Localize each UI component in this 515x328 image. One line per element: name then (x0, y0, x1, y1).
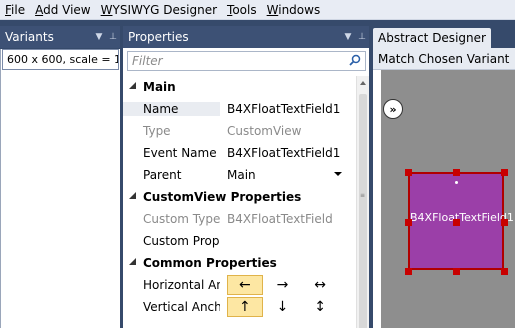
designer-toolbar: Match Chosen Variant (373, 48, 515, 70)
expand-icon[interactable]: » (383, 99, 403, 119)
resize-handle-top[interactable] (453, 169, 460, 176)
anchor-both-horizontal-button[interactable]: ↔ (302, 275, 338, 295)
panel-dropdown-icon[interactable]: ▼ (92, 32, 106, 42)
chevron-down-icon[interactable] (334, 172, 342, 176)
variants-panel-title: Variants (5, 30, 54, 44)
horizontal-anchor-group: ← → ↔ (220, 275, 340, 295)
property-row-horizontal-anchor[interactable]: Horizontal Anc... ← → ↔ (123, 274, 356, 296)
match-chosen-variant-button[interactable]: Match Chosen Variant (378, 52, 509, 66)
variants-panel: Variants ▼ ⊥ 600 x 600, scale = 1 ( (0, 26, 120, 328)
menu-wysiwyg-designer[interactable]: WYSIWYG Designer (96, 0, 222, 20)
anchor-both-vertical-button[interactable]: ↕ (302, 297, 338, 317)
canvas-left-strip (373, 70, 381, 328)
variant-item[interactable]: 600 x 600, scale = 1 ( (2, 49, 119, 70)
properties-panel-title: Properties (128, 30, 189, 44)
anchor-right-button[interactable]: → (265, 275, 301, 295)
property-row-custom-properties[interactable]: Custom Proper... (123, 230, 356, 252)
tab-abstract-designer[interactable]: Abstract Designer (373, 28, 491, 48)
panel-dropdown-icon[interactable]: ▼ (341, 32, 355, 42)
resize-handle-bottom-right[interactable] (501, 268, 508, 275)
variants-list: 600 x 600, scale = 1 ( (0, 49, 120, 328)
scroll-thumb[interactable] (359, 94, 367, 328)
properties-body: Filter Main Name B4XFloatTextField1 Type… (123, 48, 369, 328)
menu-file[interactable]: File (0, 0, 30, 20)
properties-scrollbar[interactable]: ≡ (356, 76, 369, 328)
property-row-type[interactable]: Type CustomView (123, 120, 356, 142)
properties-panel: Properties ▼ ⊥ Filter Main Name B4XFloat… (123, 26, 369, 328)
resize-handle-center[interactable] (453, 219, 460, 226)
anchor-top-button[interactable]: ↑ (227, 297, 263, 317)
menu-bar: File Add View WYSIWYG Designer Tools Win… (0, 0, 515, 20)
designer-tab-strip: Abstract Designer (373, 26, 515, 48)
section-main[interactable]: Main (123, 76, 356, 98)
menu-windows[interactable]: Windows (262, 0, 326, 20)
collapse-triangle-icon[interactable] (129, 258, 136, 265)
property-grid: Main Name B4XFloatTextField1 Type Custom… (123, 76, 356, 328)
panel-pin-icon[interactable]: ⊥ (355, 32, 369, 42)
filter-placeholder: Filter (132, 54, 163, 68)
search-icon[interactable] (349, 54, 365, 69)
property-row-name[interactable]: Name B4XFloatTextField1 (123, 98, 356, 120)
scroll-grip-icon: ≡ (360, 192, 366, 199)
section-common-properties[interactable]: Common Properties (123, 252, 356, 274)
filter-input[interactable]: Filter (127, 51, 366, 71)
menu-tools[interactable]: Tools (222, 0, 262, 20)
variants-panel-header: Variants ▼ ⊥ (0, 26, 120, 48)
resize-handle-left[interactable] (405, 219, 412, 226)
collapse-triangle-icon[interactable] (129, 82, 136, 89)
anchor-bottom-button[interactable]: ↓ (265, 297, 301, 317)
section-customview-properties[interactable]: CustomView Properties (123, 186, 356, 208)
anchor-left-button[interactable]: ← (227, 275, 263, 295)
vertical-anchor-group: ↑ ↓ ↕ (220, 297, 340, 317)
property-row-event-name[interactable]: Event Name B4XFloatTextField1 (123, 142, 356, 164)
resize-handle-bottom-left[interactable] (405, 268, 412, 275)
property-row-parent[interactable]: Parent Main (123, 164, 356, 186)
view-marker-dot (455, 181, 458, 184)
property-row-vertical-anchor[interactable]: Vertical Anchor ↑ ↓ ↕ (123, 296, 356, 318)
resize-handle-top-left[interactable] (405, 169, 412, 176)
resize-handle-bottom[interactable] (453, 268, 460, 275)
properties-panel-header: Properties ▼ ⊥ (123, 26, 369, 48)
designer-canvas[interactable]: » B4XFloatTextField1 (373, 70, 515, 328)
panel-pin-icon[interactable]: ⊥ (106, 32, 120, 42)
resize-handle-top-right[interactable] (501, 169, 508, 176)
abstract-designer-panel: Abstract Designer Match Chosen Variant »… (373, 26, 515, 328)
property-row-custom-type[interactable]: Custom Type B4XFloatTextField (123, 208, 356, 230)
collapse-triangle-icon[interactable] (129, 192, 136, 199)
scroll-up-arrow-icon[interactable] (360, 81, 366, 85)
resize-handle-right[interactable] (501, 219, 508, 226)
menu-add-view[interactable]: Add View (30, 0, 96, 20)
